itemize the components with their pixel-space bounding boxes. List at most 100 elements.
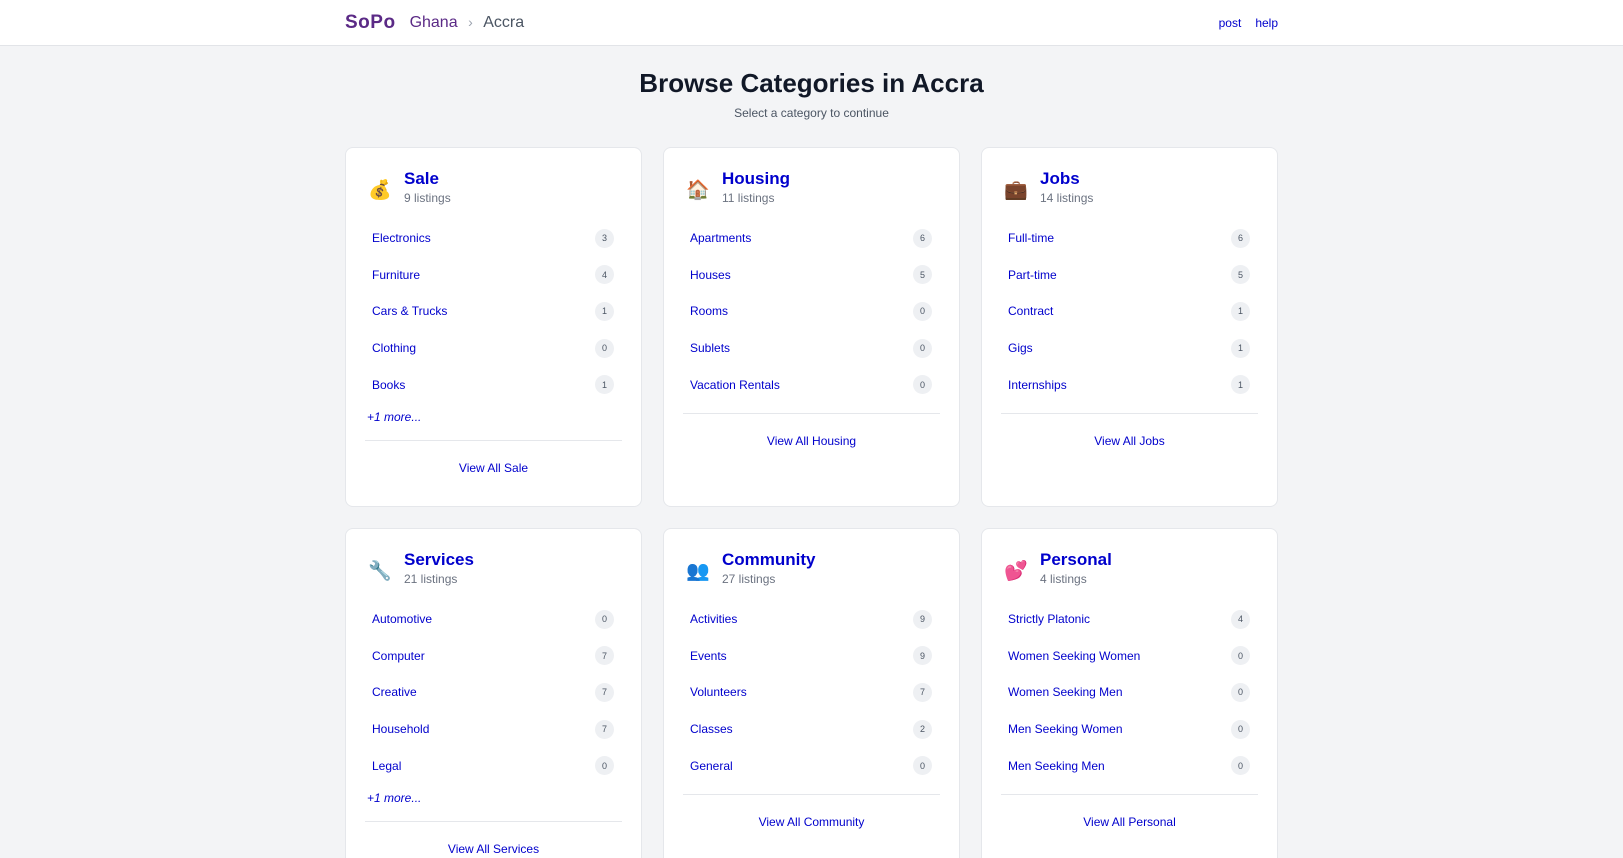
category-grid: 💰 Sale 9 listings Electronics 3 Furnitur…: [345, 147, 1278, 858]
page-subtitle: Select a category to continue: [734, 106, 889, 120]
category-title-link[interactable]: Jobs: [1040, 168, 1093, 190]
post-link[interactable]: post: [1219, 16, 1242, 30]
category-listing-count: 21 listings: [404, 572, 458, 586]
subcategory-link[interactable]: Creative: [372, 685, 417, 699]
category-card-jobs: 💼 Jobs 14 listings Full-time 6 Part-time…: [981, 147, 1278, 507]
help-link[interactable]: help: [1255, 16, 1278, 30]
subcategory-count-badge: 0: [913, 375, 932, 395]
subcategory-link[interactable]: Sublets: [690, 341, 730, 355]
subcategory-row: Men Seeking Men 0: [1001, 747, 1258, 784]
subcategory-count-badge: 4: [595, 265, 614, 285]
subcategory-row: Clothing 0: [365, 330, 622, 367]
subcategory-row: Men Seeking Women 0: [1001, 711, 1258, 748]
subcategory-link[interactable]: Gigs: [1008, 341, 1033, 355]
subcategory-row: Computer 7: [365, 638, 622, 675]
subcategory-link[interactable]: Household: [372, 722, 429, 736]
two-hearts-icon: 💕: [1004, 561, 1028, 582]
site-logo[interactable]: SoPo: [345, 12, 396, 34]
category-header: 🔧 Services 21 listings: [368, 549, 622, 587]
subcategory-count-badge: 7: [595, 719, 614, 739]
subcategory-count-badge: 9: [913, 609, 932, 629]
subcategory-row: Contract 1: [1001, 293, 1258, 330]
subcategory-link[interactable]: Vacation Rentals: [690, 378, 780, 392]
subcategory-link[interactable]: Women Seeking Women: [1008, 649, 1140, 663]
subcategory-count-badge: 0: [913, 301, 932, 321]
subcategory-link[interactable]: Computer: [372, 649, 425, 663]
subcategory-link[interactable]: Automotive: [372, 612, 432, 626]
subcategory-count-badge: 7: [595, 646, 614, 666]
subcategory-link[interactable]: Men Seeking Men: [1008, 759, 1105, 773]
subcategory-link[interactable]: Rooms: [690, 304, 728, 318]
category-title-link[interactable]: Housing: [722, 168, 790, 190]
subcategory-link[interactable]: Apartments: [690, 231, 751, 245]
category-title-link[interactable]: Community: [722, 549, 816, 571]
view-all-link[interactable]: View All Personal: [1001, 815, 1258, 829]
view-all-link[interactable]: View All Services: [365, 842, 622, 856]
category-listing-count: 9 listings: [404, 191, 451, 205]
view-all-link[interactable]: View All Sale: [365, 461, 622, 475]
subcategory-count-badge: 7: [595, 682, 614, 702]
category-title-link[interactable]: Personal: [1040, 549, 1112, 571]
subcategory-count-badge: 1: [1231, 375, 1250, 395]
category-title-link[interactable]: Services: [404, 549, 474, 571]
subcategory-link[interactable]: Furniture: [372, 268, 420, 282]
subcategory-count-badge: 0: [595, 609, 614, 629]
subcategory-row: Women Seeking Women 0: [1001, 638, 1258, 675]
subcategory-count-badge: 9: [913, 646, 932, 666]
subcategory-count-badge: 0: [1231, 646, 1250, 666]
subcategory-link[interactable]: Men Seeking Women: [1008, 722, 1123, 736]
view-all-link[interactable]: View All Housing: [683, 434, 940, 448]
category-card-sale: 💰 Sale 9 listings Electronics 3 Furnitur…: [345, 147, 642, 507]
subcategory-row: Rooms 0: [683, 293, 940, 330]
subcategory-link[interactable]: Strictly Platonic: [1008, 612, 1090, 626]
subcategory-link[interactable]: Legal: [372, 759, 401, 773]
breadcrumb-country-link[interactable]: Ghana: [410, 14, 458, 31]
subcategory-list: Strictly Platonic 4 Women Seeking Women …: [1001, 601, 1258, 784]
view-all-link[interactable]: View All Jobs: [1001, 434, 1258, 448]
subcategory-link[interactable]: General: [690, 759, 733, 773]
subcategory-link[interactable]: Internships: [1008, 378, 1067, 392]
subcategory-link[interactable]: Electronics: [372, 231, 431, 245]
subcategory-row: Full-time 6: [1001, 220, 1258, 257]
subcategory-count-badge: 3: [595, 228, 614, 248]
subcategory-count-badge: 0: [1231, 756, 1250, 776]
subcategory-list: Electronics 3 Furniture 4 Cars & Trucks …: [365, 220, 622, 403]
briefcase-icon: 💼: [1004, 180, 1028, 201]
subcategory-link[interactable]: Cars & Trucks: [372, 304, 447, 318]
subcategory-link[interactable]: Activities: [690, 612, 737, 626]
category-header: 👥 Community 27 listings: [686, 549, 940, 587]
subcategory-row: Apartments 6: [683, 220, 940, 257]
category-listing-count: 27 listings: [722, 572, 776, 586]
category-listing-count: 4 listings: [1040, 572, 1087, 586]
subcategory-link[interactable]: Volunteers: [690, 685, 747, 699]
subcategory-count-badge: 1: [595, 375, 614, 395]
category-card-services: 🔧 Services 21 listings Automotive 0 Comp…: [345, 528, 642, 858]
subcategory-row: Vacation Rentals 0: [683, 366, 940, 403]
subcategory-link[interactable]: Classes: [690, 722, 733, 736]
view-all-link[interactable]: View All Community: [683, 815, 940, 829]
subcategory-link[interactable]: Events: [690, 649, 727, 663]
subcategory-count-badge: 1: [595, 301, 614, 321]
category-title-link[interactable]: Sale: [404, 168, 451, 190]
subcategory-link[interactable]: Full-time: [1008, 231, 1054, 245]
subcategory-link[interactable]: Contract: [1008, 304, 1053, 318]
subcategory-link[interactable]: Books: [372, 378, 405, 392]
subcategory-row: Books 1: [365, 366, 622, 403]
subcategory-count-badge: 0: [595, 338, 614, 358]
subcategory-row: Electronics 3: [365, 220, 622, 257]
subcategory-row: Cars & Trucks 1: [365, 293, 622, 330]
subcategory-count-badge: 0: [595, 756, 614, 776]
more-subcategories-link[interactable]: +1 more...: [365, 406, 622, 428]
subcategory-link[interactable]: Clothing: [372, 341, 416, 355]
subcategory-count-badge: 0: [913, 756, 932, 776]
card-divider: [683, 793, 940, 795]
breadcrumb: Ghana › Accra: [410, 14, 525, 32]
card-divider: [1001, 412, 1258, 414]
subcategory-row: Activities 9: [683, 601, 940, 638]
subcategory-link[interactable]: Women Seeking Men: [1008, 685, 1123, 699]
subcategory-link[interactable]: Houses: [690, 268, 731, 282]
card-divider: [365, 820, 622, 822]
subcategory-row: Part-time 5: [1001, 257, 1258, 294]
more-subcategories-link[interactable]: +1 more...: [365, 787, 622, 809]
subcategory-link[interactable]: Part-time: [1008, 268, 1057, 282]
